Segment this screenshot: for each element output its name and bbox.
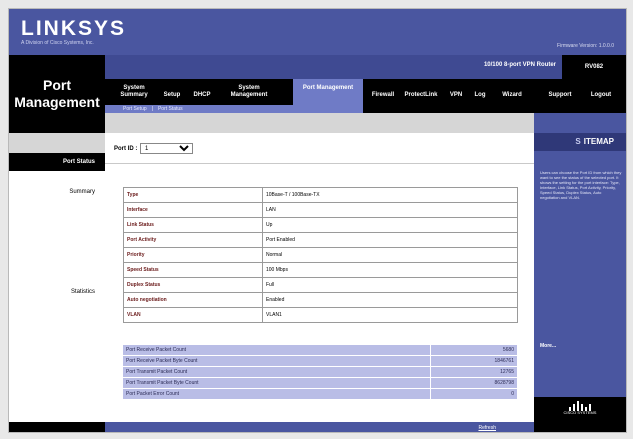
summary-value: Enabled [262, 292, 518, 308]
cisco-logo: CISCO SYSTEMS [534, 397, 626, 432]
statistics-label: Statistics [70, 289, 95, 295]
tab-log[interactable]: Log [471, 92, 489, 99]
summary-key: Auto negotiation [123, 292, 263, 308]
summary-value: LAN [262, 202, 518, 218]
tab-dhcp[interactable]: DHCP [191, 92, 213, 99]
firmware-version: Firmware Version: 1.0.0.0 [557, 43, 614, 49]
sitemap-title: ITEMAP [583, 137, 614, 146]
product-bar: 10/100 8-port VPN Router RV082 [105, 55, 626, 79]
stat-value: 1846761 [430, 355, 518, 367]
statistics-table: Port Receive Packet Count 5680 Port Recei… [123, 345, 518, 400]
model-name: RV082 [562, 55, 626, 79]
summary-value: VLAN1 [262, 307, 518, 323]
left-footer [9, 422, 105, 432]
table-row: Priority Normal [123, 247, 518, 263]
stat-value: 8628798 [430, 377, 518, 389]
summary-value: Up [262, 217, 518, 233]
table-row: Port Transmit Packet Count 12765 [123, 366, 518, 378]
router-admin-page: LINKSYS A Division of Cisco Systems, Inc… [8, 8, 627, 433]
table-row: Port Packet Error Count 0 [123, 388, 518, 400]
more-link[interactable]: More... [540, 343, 556, 349]
stat-label: Port Packet Error Count [123, 388, 431, 400]
product-name: 10/100 8-port VPN Router [483, 62, 556, 68]
table-row: Link Status Up [123, 217, 518, 233]
cisco-text: CISCO SYSTEMS [563, 410, 597, 415]
tab-vpn[interactable]: VPN [447, 92, 465, 99]
stat-value: 5680 [430, 345, 518, 356]
section-title-text: Port Management [14, 77, 100, 110]
port-id-label: Port ID : [114, 146, 138, 152]
table-row: Duplex Status Full [123, 277, 518, 293]
header-bar: LINKSYS A Division of Cisco Systems, Inc… [9, 9, 626, 55]
summary-value: 100 Mbps [262, 262, 518, 278]
port-id-select[interactable]: 1 [140, 143, 193, 154]
refresh-button[interactable]: Refresh [478, 425, 496, 431]
tab-firewall[interactable]: Firewall [367, 92, 399, 99]
table-row: Port Receive Packet Count 5680 [123, 345, 518, 356]
summary-key: Speed Status [123, 262, 263, 278]
summary-key: Type [123, 187, 263, 203]
stat-label: Port Receive Packet Count [123, 345, 431, 356]
main-navigation: System Summary Setup DHCP System Managem… [105, 79, 626, 113]
subtab-port-setup[interactable]: Port Setup [123, 106, 147, 112]
left-strip [9, 133, 105, 153]
table-row: Port Transmit Packet Byte Count 8628798 [123, 377, 518, 389]
table-row: VLAN VLAN1 [123, 307, 518, 323]
table-row: Port Receive Packet Byte Count 1846761 [123, 355, 518, 367]
tab-protectlink[interactable]: ProtectLink [401, 92, 441, 99]
summary-key: VLAN [123, 307, 263, 323]
sidebar-item-port-status: Port Status [9, 153, 105, 171]
table-row: Auto negotiation Enabled [123, 292, 518, 308]
summary-value: Normal [262, 247, 518, 263]
left-column: Port Management Port Status Summary Stat… [9, 55, 105, 432]
stat-label: Port Receive Packet Byte Count [123, 355, 431, 367]
brand-subtitle: A Division of Cisco Systems, Inc. [21, 40, 94, 46]
tab-support[interactable]: Support [543, 92, 577, 99]
divider [105, 163, 534, 164]
stat-label: Port Transmit Packet Count [123, 366, 431, 378]
tab-system-management[interactable]: System Management [221, 85, 277, 99]
table-row: Type 10Base-T / 100Base-TX [123, 187, 518, 203]
tab-system-summary[interactable]: System Summary [115, 85, 153, 99]
port-id-row: Port ID : 1 [114, 143, 193, 154]
table-row: Port Activity Port Enabled [123, 232, 518, 248]
sub-navigation: Port Setup | Port Status [105, 105, 363, 113]
summary-label: Summary [69, 189, 95, 195]
summary-value: 10Base-T / 100Base-TX [262, 187, 518, 203]
content-strip [105, 113, 534, 133]
summary-key: Interface [123, 202, 263, 218]
summary-key: Duplex Status [123, 277, 263, 293]
sitemap-prefix: S [575, 137, 581, 146]
table-row: Interface LAN [123, 202, 518, 218]
stat-label: Port Transmit Packet Byte Count [123, 377, 431, 389]
sitemap-text: Users can choose the Port ID from which … [540, 170, 622, 200]
summary-value: Full [262, 277, 518, 293]
tab-wizard[interactable]: Wizard [497, 92, 527, 99]
sitemap-panel: S ITEMAP Users can choose the Port ID fro… [534, 113, 626, 432]
tab-logout[interactable]: Logout [585, 92, 617, 99]
stat-value: 0 [430, 388, 518, 400]
summary-table: Type 10Base-T / 100Base-TX Interface LAN L… [123, 187, 518, 323]
sitemap-header: S ITEMAP [534, 133, 626, 151]
table-row: Speed Status 100 Mbps [123, 262, 518, 278]
summary-key: Link Status [123, 217, 263, 233]
summary-key: Priority [123, 247, 263, 263]
tab-port-management[interactable]: Port Management [293, 79, 363, 105]
section-title: Port Management [9, 55, 105, 133]
footer-bar: Refresh [105, 422, 534, 432]
subnav-separator: | [151, 106, 153, 112]
main-content: Port ID : 1 Type 10Base-T / 100Base-TX In… [105, 113, 534, 432]
stat-value: 12765 [430, 366, 518, 378]
summary-key: Port Activity [123, 232, 263, 248]
subtab-port-status[interactable]: Port Status [158, 106, 183, 112]
tab-setup[interactable]: Setup [161, 92, 183, 99]
summary-value: Port Enabled [262, 232, 518, 248]
linksys-logo: LINKSYS [21, 17, 127, 40]
